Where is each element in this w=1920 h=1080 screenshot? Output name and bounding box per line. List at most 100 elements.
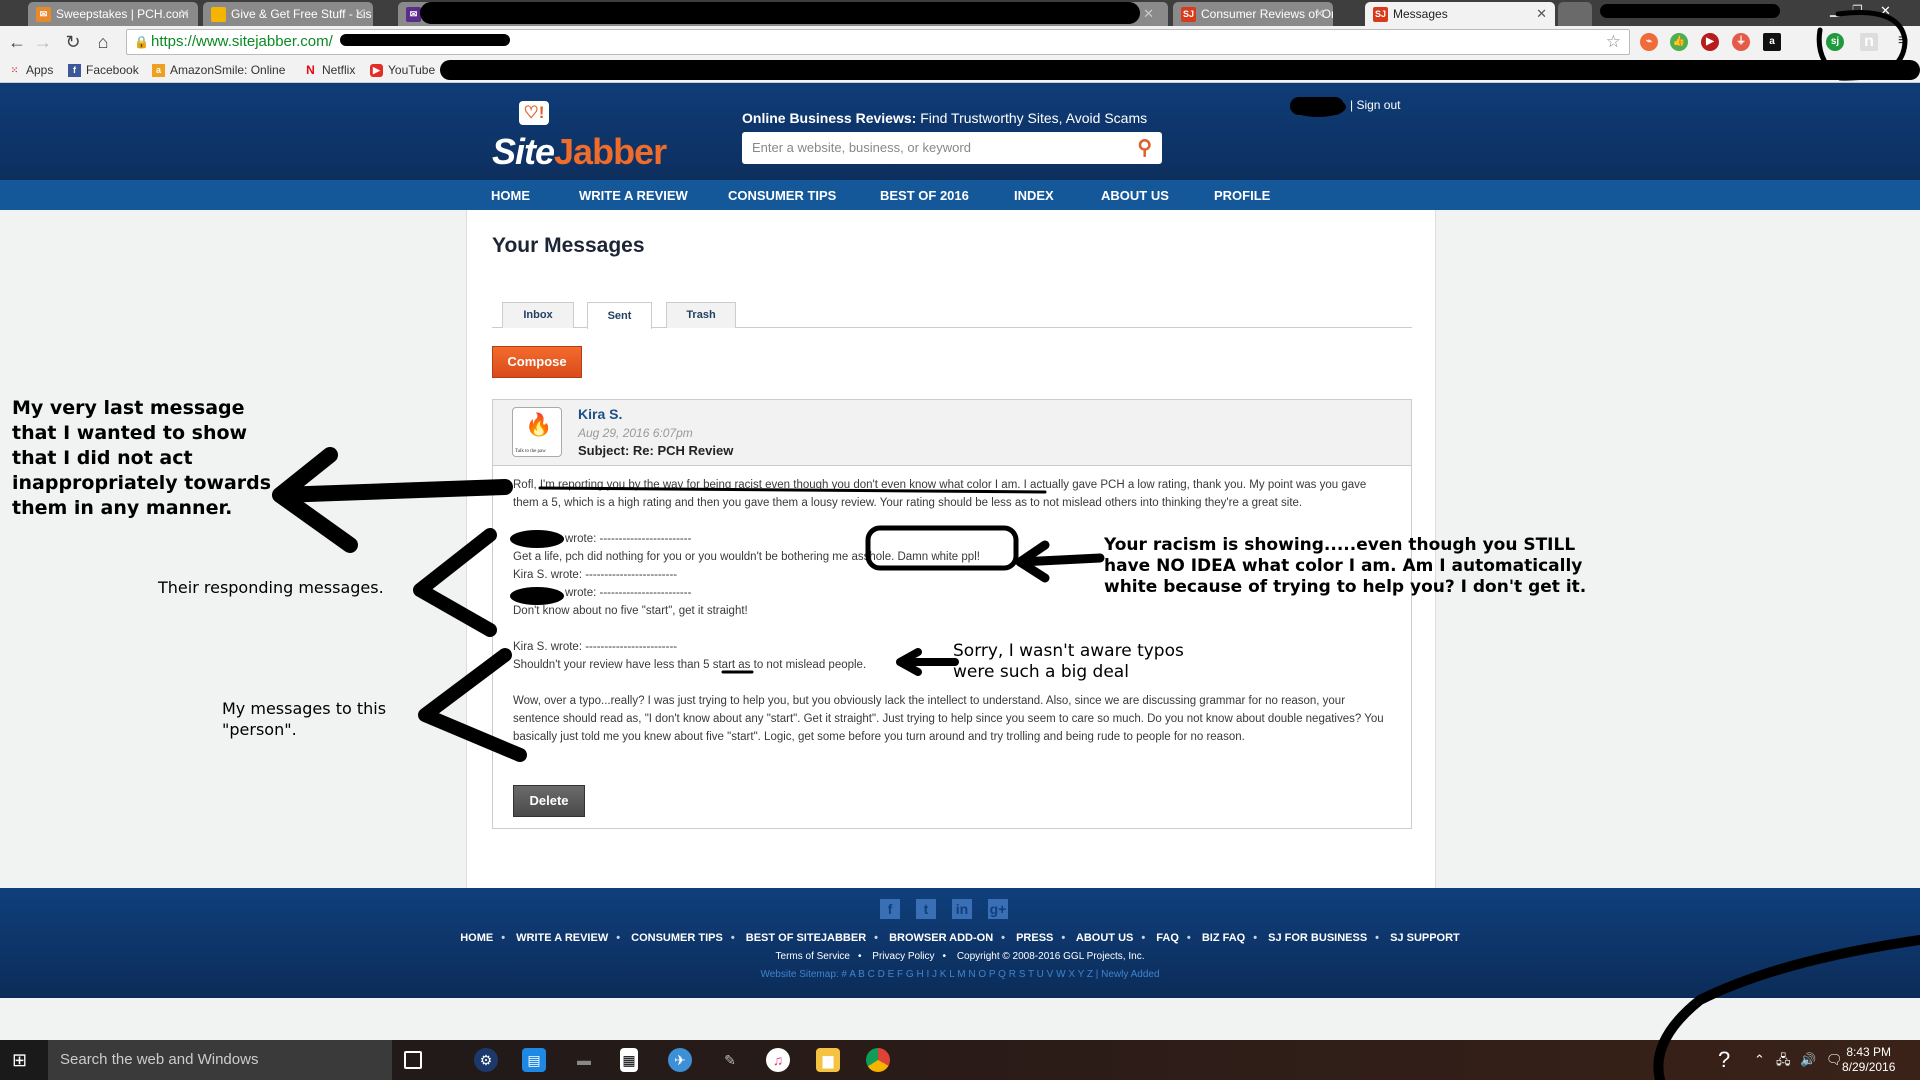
bookmark-facebook[interactable]: f Facebook [68, 63, 139, 78]
new-tab-button[interactable] [1558, 2, 1592, 26]
extension-broom-icon[interactable]: ⌁ [1640, 33, 1658, 51]
close-tab-icon[interactable]: ✕ [1536, 2, 1547, 26]
tab-sent[interactable]: Sent [587, 302, 652, 329]
freecycle-icon [211, 7, 226, 22]
nav-profile[interactable]: PROFILE [1214, 188, 1270, 203]
facebook-icon[interactable]: f [880, 899, 900, 919]
tab-trash[interactable]: Trash [666, 302, 736, 328]
linkedin-icon[interactable]: in [952, 899, 972, 919]
forward-icon[interactable]: → [32, 32, 54, 52]
volume-icon[interactable]: 🔊 [1800, 1040, 1816, 1080]
browser-toolbar: ← → ↻ ⌂ 🔒 https://www.sitejabber.com/ ☆ … [0, 26, 1920, 58]
gimp-icon[interactable]: ✎ [718, 1048, 742, 1072]
nav-about-us[interactable]: ABOUT US [1101, 188, 1169, 203]
footer-link[interactable]: BEST OF SITEJABBER [746, 932, 866, 944]
close-tab-icon[interactable]: ✕ [354, 2, 365, 26]
annotation-typos: Sorry, I wasn't aware typos were such a … [953, 641, 1184, 682]
privacy-link[interactable]: Privacy Policy [872, 951, 934, 962]
site-search-input[interactable]: Enter a website, business, or keyword ⚲ [742, 132, 1162, 164]
extension-n-icon[interactable]: n [1860, 33, 1878, 51]
control-panel-icon[interactable]: ▤ [522, 1048, 546, 1072]
nav-home[interactable]: HOME [491, 188, 530, 203]
nav-best-of-2016[interactable]: BEST OF 2016 [880, 188, 969, 203]
extension-thumbs-up-icon[interactable]: 👍 [1670, 33, 1688, 51]
delete-button[interactable]: Delete [513, 785, 585, 817]
tagline-rest: Find Trustworthy Sites, Avoid Scams [920, 110, 1148, 126]
extension-play-icon[interactable]: ▶ [1701, 33, 1719, 51]
browser-tab-pch[interactable]: ✉ Sweepstakes | PCH.com ✕ [28, 2, 198, 26]
search-icon[interactable]: ⚲ [1137, 132, 1152, 164]
steam-icon[interactable]: ⚙ [474, 1048, 498, 1072]
browser-tab-messages[interactable]: SJ Messages ✕ [1365, 2, 1555, 26]
terms-link[interactable]: Terms of Service [776, 951, 850, 962]
task-view-icon[interactable] [404, 1051, 422, 1069]
windows-start-icon[interactable]: ⊞ [12, 1050, 27, 1071]
close-tab-icon[interactable]: ✕ [179, 2, 190, 26]
footer-link[interactable]: PRESS [1016, 932, 1053, 944]
body-line: Wow, over a typo...really? I was just tr… [513, 695, 1384, 743]
footer-link[interactable]: WRITE A REVIEW [516, 932, 608, 944]
page-title: Your Messages [492, 234, 645, 257]
show-hidden-icons[interactable]: ⌃ [1754, 1040, 1765, 1080]
menu-icon[interactable]: ≡ [1898, 32, 1907, 50]
thunderbird-icon[interactable]: ✈ [668, 1048, 692, 1072]
sign-out-link[interactable]: | Sign out [1350, 98, 1400, 112]
apps-grid-icon: ⁙ [10, 65, 19, 75]
message-header: 🔥 Talk to the paw Kira S. Aug 29, 2016 6… [493, 400, 1411, 466]
footer-link[interactable]: FAQ [1156, 932, 1179, 944]
chrome-icon[interactable] [866, 1048, 890, 1072]
footer-link[interactable]: SJ FOR BUSINESS [1268, 932, 1367, 944]
restore-icon[interactable]: ❐ [1852, 3, 1863, 17]
system-clock[interactable]: 8:43 PM 8/29/2016 [1842, 1045, 1895, 1075]
extension-plug-icon[interactable]: ⏚ [1732, 33, 1750, 51]
browser-tabstrip: ✉ Sweepstakes | PCH.com ✕ Give & Get Fre… [0, 0, 1920, 26]
nav-write-a-review[interactable]: WRITE A REVIEW [579, 188, 688, 203]
twitter-icon[interactable]: t [916, 899, 936, 919]
extension-sitejabber-icon[interactable]: sj [1826, 33, 1844, 51]
heart-bubble-icon: ♡! [519, 101, 549, 125]
close-tab-icon[interactable]: ✕ [1314, 2, 1325, 26]
bookmark-youtube[interactable]: ▶ YouTube [370, 63, 435, 78]
browser-tab-consumer-reviews[interactable]: SJ Consumer Reviews of Onli ✕ [1173, 2, 1333, 26]
google-plus-icon[interactable]: g+ [988, 899, 1008, 919]
tab-inbox[interactable]: Inbox [502, 302, 574, 328]
bookmark-amazonsmile[interactable]: a AmazonSmile: Online [152, 63, 285, 78]
footer-sitemap[interactable]: Website Sitemap: # A B C D E F G H I J K… [0, 969, 1920, 980]
bookmark-apps[interactable]: ⁙ Apps [8, 63, 54, 78]
network-icon[interactable]: 🖧 [1776, 1040, 1791, 1080]
footer-link[interactable]: CONSUMER TIPS [631, 932, 723, 944]
calculator-icon[interactable]: ▦ [620, 1048, 638, 1072]
lock-icon: 🔒 [134, 35, 149, 49]
extension-amazon-icon[interactable]: a [1763, 33, 1781, 51]
avatar: 🔥 Talk to the paw [512, 407, 562, 457]
redaction-mark [1290, 97, 1344, 115]
footer-link[interactable]: BROWSER ADD-ON [889, 932, 993, 944]
help-icon[interactable]: ? [1718, 1040, 1730, 1080]
itunes-icon[interactable]: ♫ [766, 1048, 790, 1072]
footer-link[interactable]: ABOUT US [1076, 932, 1133, 944]
minimize-icon[interactable]: ▁ [1830, 3, 1839, 17]
browser-tab-freecycle[interactable]: Give & Get Free Stuff - Lis ✕ [203, 2, 373, 26]
footer-link[interactable]: HOME [460, 932, 493, 944]
compose-button[interactable]: Compose [492, 346, 582, 378]
bookmark-netflix[interactable]: N Netflix [304, 63, 355, 78]
back-icon[interactable]: ← [6, 32, 28, 52]
nav-index[interactable]: INDEX [1014, 188, 1054, 203]
device-icon[interactable]: ▬ [572, 1048, 596, 1072]
reload-icon[interactable]: ↻ [62, 32, 84, 52]
sender-name[interactable]: Kira S. [578, 406, 622, 422]
taskbar-search[interactable]: Search the web and Windows [48, 1040, 392, 1080]
clock-date: 8/29/2016 [1842, 1060, 1896, 1074]
footer-link[interactable]: BIZ FAQ [1202, 932, 1245, 944]
bookmark-star-icon[interactable]: ☆ [1606, 30, 1621, 54]
footer-link[interactable]: SJ SUPPORT [1390, 932, 1460, 944]
file-explorer-icon[interactable]: ▆ [816, 1048, 840, 1072]
close-tab-icon[interactable]: ✕ [1143, 2, 1154, 26]
close-window-icon[interactable]: ✕ [1880, 3, 1891, 19]
action-center-icon[interactable]: 🗨 [1826, 1040, 1843, 1080]
logo-site-text: Site [492, 131, 555, 172]
home-icon[interactable]: ⌂ [92, 32, 114, 52]
nav-consumer-tips[interactable]: CONSUMER TIPS [728, 188, 836, 203]
sitejabber-logo[interactable]: ♡! SiteJabber [490, 101, 667, 172]
